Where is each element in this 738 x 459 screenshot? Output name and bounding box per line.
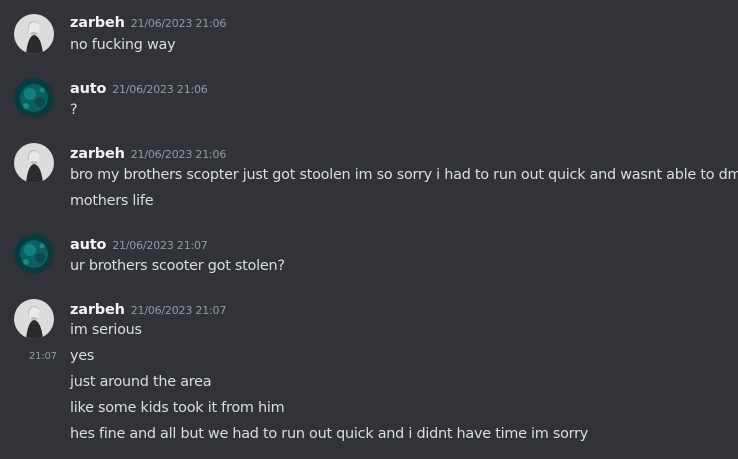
message-text: no fucking way	[70, 37, 176, 53]
username[interactable]: zarbeh	[70, 146, 125, 162]
message-text: just around the area	[70, 374, 212, 390]
message-text: like some kids took it from him	[70, 400, 285, 416]
message-header: auto 21/06/2023 21:07	[70, 234, 208, 254]
message-text: yes	[70, 348, 95, 364]
auto-avatar-image	[14, 234, 54, 274]
zarbeh-avatar-image	[14, 143, 54, 183]
avatar[interactable]	[14, 234, 54, 274]
message-header: zarbeh 21/06/2023 21:06	[70, 143, 226, 163]
message-header: zarbeh 21/06/2023 21:07	[70, 299, 226, 319]
username[interactable]: auto	[70, 237, 106, 253]
message-text: ?	[70, 102, 78, 118]
avatar[interactable]	[14, 14, 54, 54]
timestamp[interactable]: 21/06/2023 21:06	[131, 148, 227, 161]
timestamp[interactable]: 21/06/2023 21:06	[131, 17, 227, 30]
zarbeh-avatar-image	[14, 14, 54, 54]
timestamp[interactable]: 21/06/2023 21:07	[112, 239, 208, 252]
auto-avatar-image	[14, 78, 54, 118]
avatar[interactable]	[14, 299, 54, 339]
message-text: bro my brothers scopter just got stoolen…	[70, 167, 738, 183]
message-text: mothers life	[70, 193, 154, 209]
avatar[interactable]	[14, 143, 54, 183]
hover-timestamp[interactable]: 21:07	[29, 347, 57, 367]
message-text: im serious	[70, 322, 142, 338]
chat-message-list[interactable]: zarbeh 21/06/2023 21:06 no fucking way au…	[0, 0, 738, 459]
message-header: zarbeh 21/06/2023 21:06	[70, 12, 226, 32]
message-text: ur brothers scooter got stolen?	[70, 258, 285, 274]
username[interactable]: zarbeh	[70, 15, 125, 31]
timestamp[interactable]: 21/06/2023 21:06	[112, 83, 208, 96]
zarbeh-avatar-image	[14, 299, 54, 339]
message-header: auto 21/06/2023 21:06	[70, 78, 208, 98]
timestamp[interactable]: 21/06/2023 21:07	[131, 304, 227, 317]
username[interactable]: zarbeh	[70, 302, 125, 318]
username[interactable]: auto	[70, 81, 106, 97]
message-text: hes fine and all but we had to run out q…	[70, 426, 589, 442]
avatar[interactable]	[14, 78, 54, 118]
